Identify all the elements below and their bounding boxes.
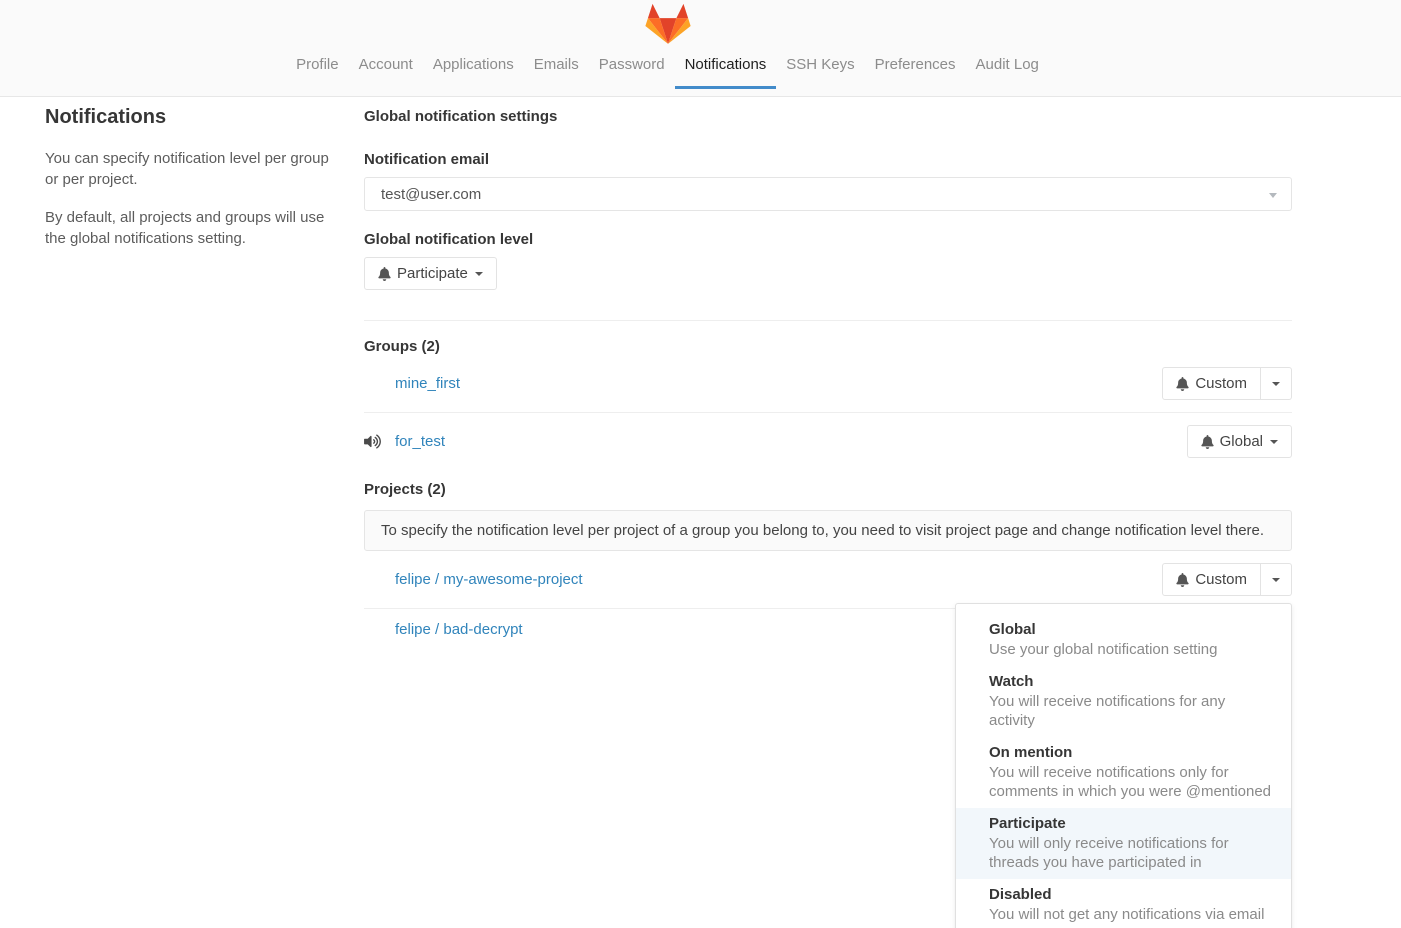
chevron-down-icon [1269, 193, 1277, 198]
tab-profile-link[interactable]: Profile [286, 42, 349, 89]
project-level-button[interactable]: Custom [1162, 563, 1261, 596]
tab-password-link[interactable]: Password [589, 42, 675, 89]
profile-settings-tabs: Profile Account Applications Emails Pass… [286, 42, 1049, 89]
dropdown-item-description: You will receive notifications for any a… [989, 692, 1275, 730]
dropdown-item-title: On mention [989, 743, 1275, 763]
dropdown-item-description: You will only receive notifications for … [989, 834, 1275, 872]
dropdown-item-title: Global [989, 620, 1275, 640]
tab-notifications[interactable]: Notifications [675, 42, 777, 89]
bell-icon [378, 267, 391, 281]
sidebar-description-2: By default, all projects and groups will… [45, 207, 345, 249]
group-link-for-test[interactable]: for_test [395, 433, 445, 450]
project-level-split-button: Custom [1162, 563, 1292, 596]
project-row-my-awesome-project: felipe / my-awesome-project Custom [364, 551, 1292, 608]
group-level-button[interactable]: Custom [1162, 367, 1261, 400]
notification-email-label: Notification email [364, 151, 1292, 168]
tab-preferences-link[interactable]: Preferences [865, 42, 966, 89]
group-level-value: Global [1220, 433, 1263, 450]
group-row-for-test: for_test Global [364, 412, 1292, 470]
tab-password[interactable]: Password [589, 42, 675, 89]
section-divider [364, 320, 1292, 321]
dropdown-item-title: Disabled [989, 885, 1275, 905]
tab-account[interactable]: Account [349, 42, 423, 89]
group-row-mine-first: mine_first Custom [364, 355, 1292, 412]
dropdown-item-description: You will receive notifications only for … [989, 763, 1275, 801]
sidebar-description-1: You can specify notification level per g… [45, 148, 345, 190]
dropdown-item-description: Use your global notification setting [989, 640, 1275, 659]
group-link-mine-first[interactable]: mine_first [395, 375, 460, 392]
profile-settings-header: Profile Account Applications Emails Pass… [0, 0, 1401, 97]
page-title: Notifications [45, 106, 345, 129]
dropdown-item-participate[interactable]: Participate You will only receive notifi… [956, 808, 1291, 879]
dropdown-item-title: Participate [989, 814, 1275, 834]
caret-down-icon [1272, 578, 1280, 582]
dropdown-item-global[interactable]: Global Use your global notification sett… [956, 614, 1291, 666]
bell-icon [1201, 435, 1214, 449]
global-level-value: Participate [397, 265, 468, 282]
dropdown-item-disabled[interactable]: Disabled You will not get any notificati… [956, 879, 1291, 928]
caret-down-icon [1272, 382, 1280, 386]
group-level-button[interactable]: Global [1187, 425, 1292, 458]
notification-email-select[interactable]: test@user.com [364, 177, 1292, 211]
project-link-bad-decrypt[interactable]: felipe / bad-decrypt [395, 621, 523, 638]
gitlab-logo[interactable] [645, 0, 691, 42]
tab-emails-link[interactable]: Emails [524, 42, 589, 89]
tab-emails[interactable]: Emails [524, 42, 589, 89]
notifications-sidebar: Notifications You can specify notificati… [45, 106, 345, 266]
tab-account-link[interactable]: Account [349, 42, 423, 89]
bell-icon [1176, 573, 1189, 587]
groups-list: mine_first Custom for_test [364, 355, 1292, 470]
tab-profile[interactable]: Profile [286, 42, 349, 89]
projects-notice: To specify the notification level per pr… [364, 510, 1292, 551]
group-level-caret-button[interactable] [1261, 367, 1292, 400]
volume-up-icon [364, 434, 395, 449]
project-level-caret-button[interactable] [1261, 563, 1292, 596]
tab-ssh-keys-link[interactable]: SSH Keys [776, 42, 864, 89]
caret-down-icon [1270, 440, 1278, 444]
tab-notifications-link[interactable]: Notifications [675, 42, 777, 89]
bell-icon [1176, 377, 1189, 391]
caret-down-icon [475, 272, 483, 276]
tab-applications-link[interactable]: Applications [423, 42, 524, 89]
group-level-value: Custom [1195, 375, 1247, 392]
dropdown-item-watch[interactable]: Watch You will receive notifications for… [956, 666, 1291, 737]
tab-audit-log[interactable]: Audit Log [966, 42, 1049, 89]
global-settings-title: Global notification settings [364, 108, 1292, 125]
projects-title: Projects (2) [364, 481, 1292, 498]
notification-email-value: test@user.com [381, 186, 481, 203]
tab-ssh-keys[interactable]: SSH Keys [776, 42, 864, 89]
global-level-button[interactable]: Participate [364, 257, 497, 290]
dropdown-item-title: Watch [989, 672, 1275, 692]
tab-applications[interactable]: Applications [423, 42, 524, 89]
notifications-settings-panel: Global notification settings Notificatio… [364, 108, 1292, 650]
project-link-my-awesome-project[interactable]: felipe / my-awesome-project [395, 571, 583, 588]
global-notification-level-label: Global notification level [364, 231, 1292, 248]
group-level-split-button: Custom [1162, 367, 1292, 400]
notification-level-dropdown: Global Use your global notification sett… [955, 603, 1292, 928]
tab-preferences[interactable]: Preferences [865, 42, 966, 89]
groups-title: Groups (2) [364, 338, 1292, 355]
project-level-value: Custom [1195, 571, 1247, 588]
tab-audit-log-link[interactable]: Audit Log [966, 42, 1049, 89]
dropdown-item-on-mention[interactable]: On mention You will receive notification… [956, 737, 1291, 808]
dropdown-item-description: You will not get any notifications via e… [989, 905, 1275, 924]
